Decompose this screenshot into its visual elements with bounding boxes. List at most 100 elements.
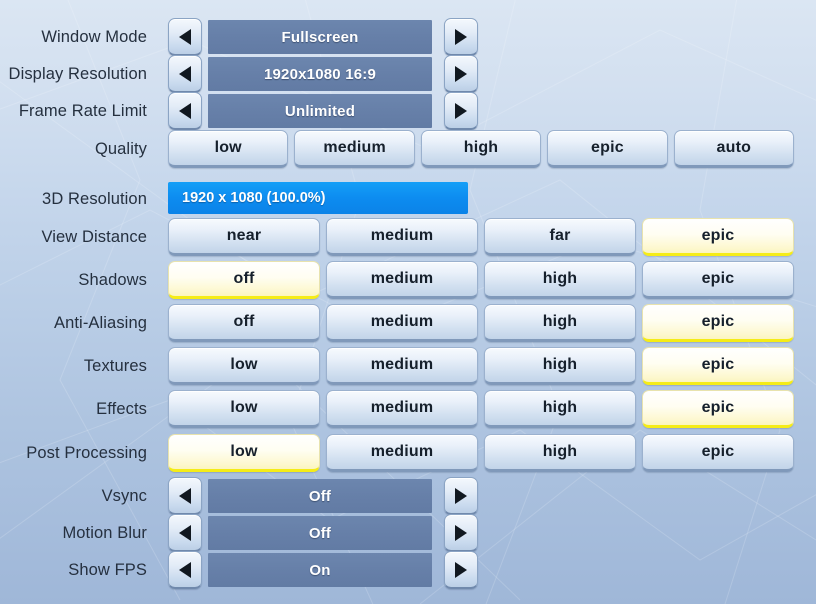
settings-row-shadows: Shadows off medium high epic: [0, 261, 816, 299]
prev-vsync-button[interactable]: [168, 477, 202, 515]
label-3d-resolution: 3D Resolution: [42, 189, 147, 208]
settings-row-anti-aliasing: Anti-Aliasing off medium high epic: [0, 304, 816, 342]
controls-post-processing: low medium high epic: [160, 434, 816, 472]
settings-row-post-processing: Post Processing low medium high epic: [0, 434, 816, 472]
right-arrow-icon: [455, 487, 467, 504]
options-effects: low medium high epic: [168, 390, 794, 428]
options-quality: low medium high epic auto: [168, 130, 795, 168]
left-arrow-icon: [179, 487, 191, 504]
prev-window-mode-button[interactable]: [168, 18, 202, 56]
option-anti-aliasing-medium[interactable]: medium: [326, 304, 478, 342]
left-arrow-icon: [179, 561, 191, 578]
label-post-processing: Post Processing: [26, 443, 147, 462]
label-view-distance: View Distance: [41, 227, 147, 246]
value-vsync[interactable]: Off: [208, 479, 432, 513]
label-display-resolution: Display Resolution: [8, 64, 147, 83]
settings-row-motion-blur: Motion Blur Off: [0, 514, 816, 552]
option-quality-low[interactable]: low: [168, 130, 289, 168]
next-display-resolution-button[interactable]: [444, 55, 478, 93]
video-settings-screen: Window Mode Fullscreen Display Resolution 1…: [0, 0, 816, 604]
settings-row-3d-resolution: 3D Resolution 1920 x 1080 (100.0%): [0, 180, 816, 218]
option-quality-auto[interactable]: auto: [673, 130, 795, 168]
option-view-distance-medium[interactable]: medium: [326, 218, 478, 256]
controls-view-distance: near medium far epic: [160, 218, 816, 256]
option-quality-medium[interactable]: medium: [294, 130, 415, 168]
next-motion-blur-button[interactable]: [444, 514, 478, 552]
value-show-fps[interactable]: On: [208, 553, 432, 587]
value-motion-blur[interactable]: Off: [208, 516, 432, 550]
prev-motion-blur-button[interactable]: [168, 514, 202, 552]
label-textures: Textures: [83, 356, 147, 375]
option-effects-medium[interactable]: medium: [326, 390, 478, 428]
label-show-fps: Show FPS: [68, 560, 147, 579]
prev-frame-rate-limit-button[interactable]: [168, 92, 202, 130]
next-window-mode-button[interactable]: [444, 18, 478, 56]
controls-display-resolution: 1920x1080 16:9: [160, 55, 816, 93]
controls-motion-blur: Off: [160, 514, 816, 552]
option-shadows-off[interactable]: off: [168, 261, 320, 299]
label-effects: Effects: [96, 399, 147, 418]
option-shadows-high[interactable]: high: [484, 261, 636, 299]
value-display-resolution[interactable]: 1920x1080 16:9: [208, 57, 432, 91]
option-anti-aliasing-high[interactable]: high: [484, 304, 636, 342]
label-vsync: Vsync: [101, 486, 147, 505]
controls-3d-resolution: 1920 x 1080 (100.0%): [160, 180, 816, 218]
option-textures-low[interactable]: low: [168, 347, 320, 385]
value-window-mode[interactable]: Fullscreen: [208, 20, 432, 54]
next-frame-rate-limit-button[interactable]: [444, 92, 478, 130]
controls-shadows: off medium high epic: [160, 261, 816, 299]
label-window-mode: Window Mode: [41, 27, 147, 46]
option-anti-aliasing-off[interactable]: off: [168, 304, 320, 342]
option-effects-low[interactable]: low: [168, 390, 320, 428]
slider-3d-resolution[interactable]: 1920 x 1080 (100.0%): [168, 182, 468, 214]
next-show-fps-button[interactable]: [444, 551, 478, 589]
options-shadows: off medium high epic: [168, 261, 794, 299]
right-arrow-icon: [455, 65, 467, 82]
next-vsync-button[interactable]: [444, 477, 478, 515]
option-quality-epic[interactable]: epic: [547, 130, 668, 168]
right-arrow-icon: [455, 102, 467, 119]
left-arrow-icon: [179, 28, 191, 45]
controls-quality: low medium high epic auto: [160, 130, 816, 168]
slider-value-3d-resolution: 1920 x 1080 (100.0%): [182, 190, 326, 206]
label-shadows: Shadows: [78, 270, 147, 289]
label-frame-rate-limit: Frame Rate Limit: [18, 101, 147, 120]
option-shadows-epic[interactable]: epic: [642, 261, 794, 299]
settings-row-show-fps: Show FPS On: [0, 551, 816, 589]
option-effects-high[interactable]: high: [484, 390, 636, 428]
settings-row-view-distance: View Distance near medium far epic: [0, 218, 816, 256]
prev-display-resolution-button[interactable]: [168, 55, 202, 93]
option-view-distance-epic[interactable]: epic: [642, 218, 794, 256]
label-anti-aliasing: Anti-Aliasing: [53, 313, 147, 332]
option-post-processing-medium[interactable]: medium: [326, 434, 478, 472]
controls-textures: low medium high epic: [160, 347, 816, 385]
option-textures-epic[interactable]: epic: [642, 347, 794, 385]
controls-anti-aliasing: off medium high epic: [160, 304, 816, 342]
right-arrow-icon: [455, 524, 467, 541]
value-frame-rate-limit[interactable]: Unlimited: [208, 94, 432, 128]
left-arrow-icon: [179, 65, 191, 82]
right-arrow-icon: [455, 561, 467, 578]
option-post-processing-low[interactable]: low: [168, 434, 320, 472]
controls-frame-rate-limit: Unlimited: [160, 92, 816, 130]
controls-vsync: Off: [160, 477, 816, 515]
right-arrow-icon: [455, 28, 467, 45]
option-anti-aliasing-epic[interactable]: epic: [642, 304, 794, 342]
controls-window-mode: Fullscreen: [160, 18, 816, 56]
option-quality-high[interactable]: high: [420, 130, 542, 168]
prev-show-fps-button[interactable]: [168, 551, 202, 589]
settings-row-vsync: Vsync Off: [0, 477, 816, 515]
label-quality: Quality: [94, 139, 147, 158]
option-textures-high[interactable]: high: [484, 347, 636, 385]
option-shadows-medium[interactable]: medium: [326, 261, 478, 299]
settings-row-window-mode: Window Mode Fullscreen: [0, 18, 816, 56]
option-textures-medium[interactable]: medium: [326, 347, 478, 385]
option-post-processing-epic[interactable]: epic: [642, 434, 794, 472]
option-view-distance-near[interactable]: near: [168, 218, 320, 256]
settings-row-textures: Textures low medium high epic: [0, 347, 816, 385]
settings-row-frame-rate-limit: Frame Rate Limit Unlimited: [0, 92, 816, 130]
settings-row-effects: Effects low medium high epic: [0, 390, 816, 428]
option-effects-epic[interactable]: epic: [642, 390, 794, 428]
option-post-processing-high[interactable]: high: [484, 434, 636, 472]
option-view-distance-far[interactable]: far: [484, 218, 636, 256]
